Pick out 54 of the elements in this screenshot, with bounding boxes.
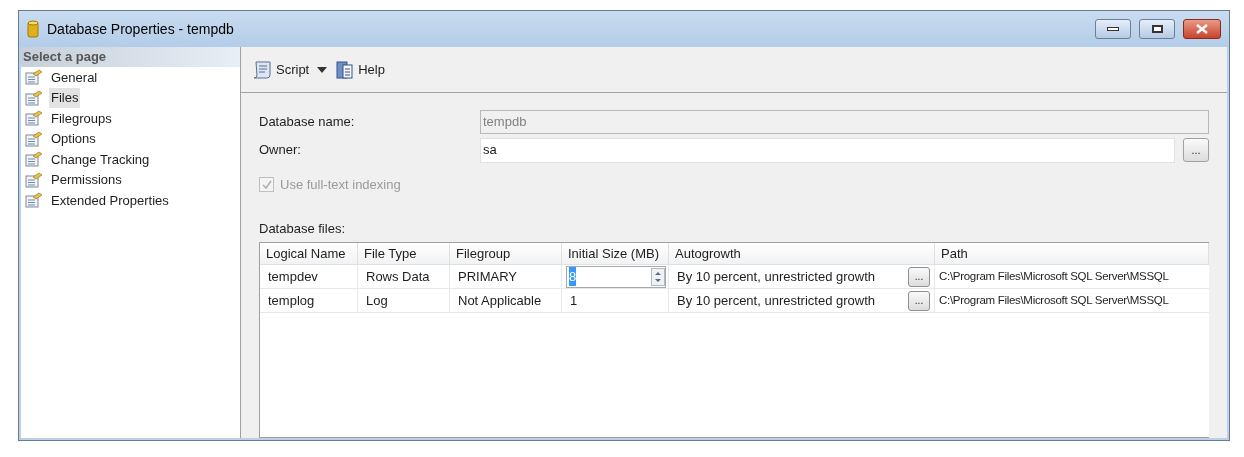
column-header[interactable]: Initial Size (MB) (562, 243, 669, 264)
field-label: Owner: (259, 141, 302, 160)
column-header[interactable]: File Type (358, 243, 450, 264)
page-link[interactable]: Extended Properties (49, 190, 171, 210)
help-button[interactable]: Help (335, 59, 385, 80)
spin-arrows-icon[interactable] (651, 267, 665, 286)
properties-page-icon (25, 89, 43, 106)
database-icon (27, 20, 39, 38)
column-header[interactable]: Filegroup (450, 243, 562, 264)
column-header[interactable]: Logical Name (260, 243, 358, 264)
properties-page-icon (25, 69, 43, 86)
page-link[interactable]: Change Tracking (49, 149, 152, 169)
owner-field[interactable]: sa (480, 137, 1175, 163)
page-link[interactable]: Permissions (49, 170, 124, 190)
page-link[interactable]: Filegroups (49, 108, 114, 128)
column-header[interactable]: Path (935, 243, 1209, 264)
table-cell-text: By 10 percent, unrestricted growth (677, 267, 876, 286)
close-button[interactable] (1183, 19, 1221, 39)
table-cell-text: C:\Program Files\Microsoft SQL Server\MSSQL (938, 292, 1170, 308)
help-book-icon (335, 59, 356, 80)
database-name-field: tempdb (480, 110, 1209, 134)
script-button[interactable]: Script (251, 59, 310, 80)
table-cell-text: 1 (569, 291, 579, 310)
page-link[interactable]: Options (49, 129, 98, 149)
window-title: Database Properties - tempdb (47, 19, 235, 39)
checkbox-label: Use full-text indexing (280, 176, 401, 194)
maximize-button[interactable] (1139, 19, 1175, 39)
minimize-button[interactable] (1095, 19, 1131, 39)
field-label: Database name: (259, 113, 356, 132)
table-cell: Not Applicable (450, 289, 562, 312)
sidebar-heading: Select a page (21, 47, 240, 67)
check-icon (261, 179, 272, 190)
page-link[interactable]: General (49, 67, 100, 87)
section-label: Database files: (259, 219, 346, 238)
table-cell: templog (260, 289, 358, 312)
properties-page-icon (25, 110, 43, 127)
properties-page-icon (25, 192, 43, 209)
dropdown-caret-icon[interactable] (317, 66, 328, 73)
table-cell: tempdev (260, 265, 358, 288)
table-cell: Log (358, 289, 450, 312)
column-header[interactable]: Autogrowth (669, 243, 935, 264)
table-cell-text: By 10 percent, unrestricted growth (677, 291, 876, 310)
page-link[interactable]: Files (49, 88, 81, 108)
properties-page-icon (25, 171, 43, 188)
properties-page-icon (25, 151, 43, 168)
browse-button[interactable]: ... (908, 266, 930, 287)
browse-button[interactable]: ... (1183, 138, 1209, 162)
table-cell: Rows Data (358, 265, 450, 288)
table-cell-text: C:\Program Files\Microsoft SQL Server\MSSQL (938, 268, 1170, 284)
properties-page-icon (25, 130, 43, 147)
table-cell: PRIMARY (450, 265, 562, 288)
browse-button[interactable]: ... (908, 290, 930, 311)
scroll-icon (251, 59, 273, 80)
close-icon (1196, 24, 1208, 34)
